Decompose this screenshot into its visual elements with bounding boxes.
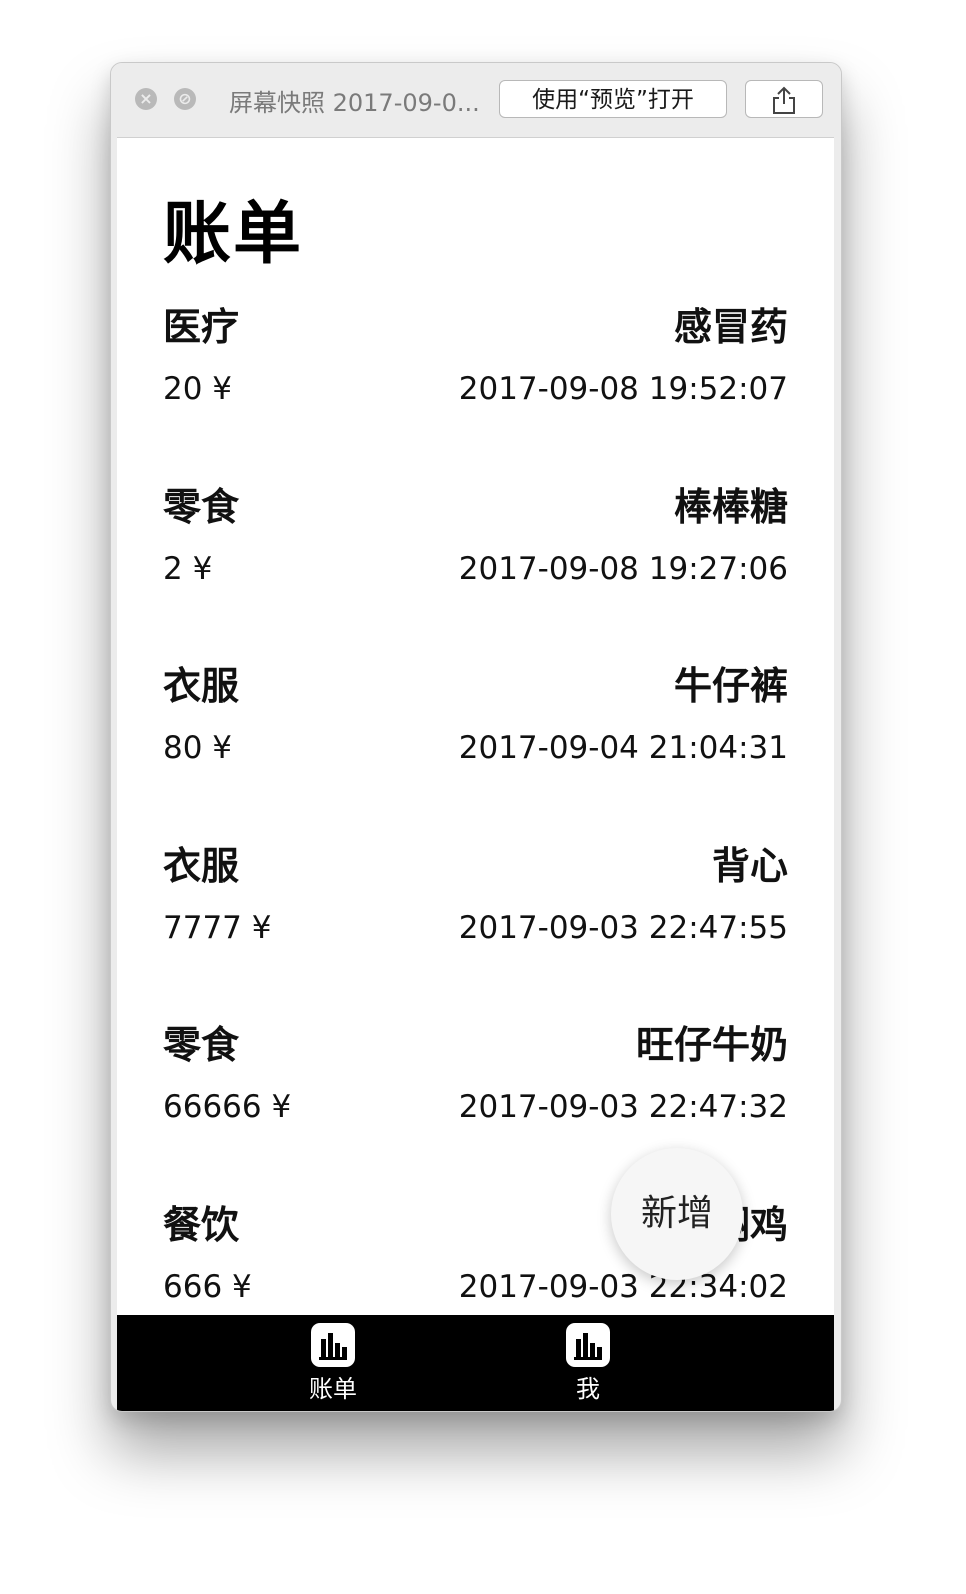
list-item[interactable]: 衣服 背心 7777 ¥ 2017-09-03 22:47:55 [117,835,834,1015]
bill-name: 棒棒糖 [673,484,788,529]
close-window-icon[interactable]: × [135,88,157,110]
bill-name: 牛仔裤 [673,664,788,708]
page-title: 账单 [163,195,304,274]
bill-name: 背心 [711,843,788,888]
bill-name: 感冒药 [673,305,788,349]
tab-bar: 账单 我 [117,1315,834,1411]
bill-time: 2017-09-08 19:27:06 [458,550,788,587]
open-with-preview-button[interactable]: 使用“预览”打开 [499,80,727,118]
bill-time: 2017-09-08 19:52:07 [458,371,788,407]
minimize-disabled-icon[interactable]: ⊘ [174,88,196,110]
app-screen: 账单 医疗 感冒药 20 ¥ 2017-09-08 19:52:07 零食 棒棒… [117,137,834,1411]
bar-chart-icon [311,1323,355,1367]
list-item[interactable]: 零食 旺仔牛奶 66666 ¥ 2017-09-03 22:47:32 [117,1014,834,1194]
bill-amount: 2 ¥ [163,550,213,587]
preview-window: × ⊘ 屏幕快照 2017-09-0... 使用“预览”打开 账单 医疗 感冒药… [110,62,842,1412]
bill-time: 2017-09-03 22:47:32 [458,1089,788,1125]
share-icon [773,86,795,114]
bill-category: 零食 [163,484,240,529]
bill-category: 餐饮 [163,1202,240,1247]
bill-amount: 20 ¥ [163,371,233,407]
window-title: 屏幕快照 2017-09-0... [229,89,480,117]
share-button[interactable] [745,80,823,118]
bill-time: 2017-09-03 22:34:02 [458,1268,788,1305]
tab-me[interactable]: 我 [548,1323,628,1404]
bill-name: 旺仔牛奶 [635,1023,788,1067]
bill-amount: 7777 ¥ [163,909,272,946]
bill-amount: 80 ¥ [163,730,233,766]
tab-label: 我 [576,1375,600,1403]
list-item[interactable]: 零食 棒棒糖 2 ¥ 2017-09-08 19:27:06 [117,476,834,656]
bill-category: 医疗 [163,305,240,349]
bill-category: 衣服 [163,843,240,888]
tab-bills[interactable]: 账单 [293,1323,373,1404]
list-item[interactable]: 医疗 感冒药 20 ¥ 2017-09-08 19:52:07 [117,296,834,476]
bar-chart-icon [566,1323,610,1367]
bill-category: 零食 [163,1023,240,1067]
add-bill-button[interactable]: 新增 [611,1148,743,1280]
bill-amount: 66666 ¥ [163,1089,292,1125]
bill-time: 2017-09-03 22:47:55 [458,909,788,946]
window-titlebar: × ⊘ 屏幕快照 2017-09-0... 使用“预览”打开 [111,63,841,137]
list-item[interactable]: 衣服 牛仔裤 80 ¥ 2017-09-04 21:04:31 [117,655,834,835]
bill-amount: 666 ¥ [163,1268,252,1305]
bill-time: 2017-09-04 21:04:31 [458,730,788,766]
tab-label: 账单 [309,1375,357,1403]
bill-category: 衣服 [163,664,240,708]
